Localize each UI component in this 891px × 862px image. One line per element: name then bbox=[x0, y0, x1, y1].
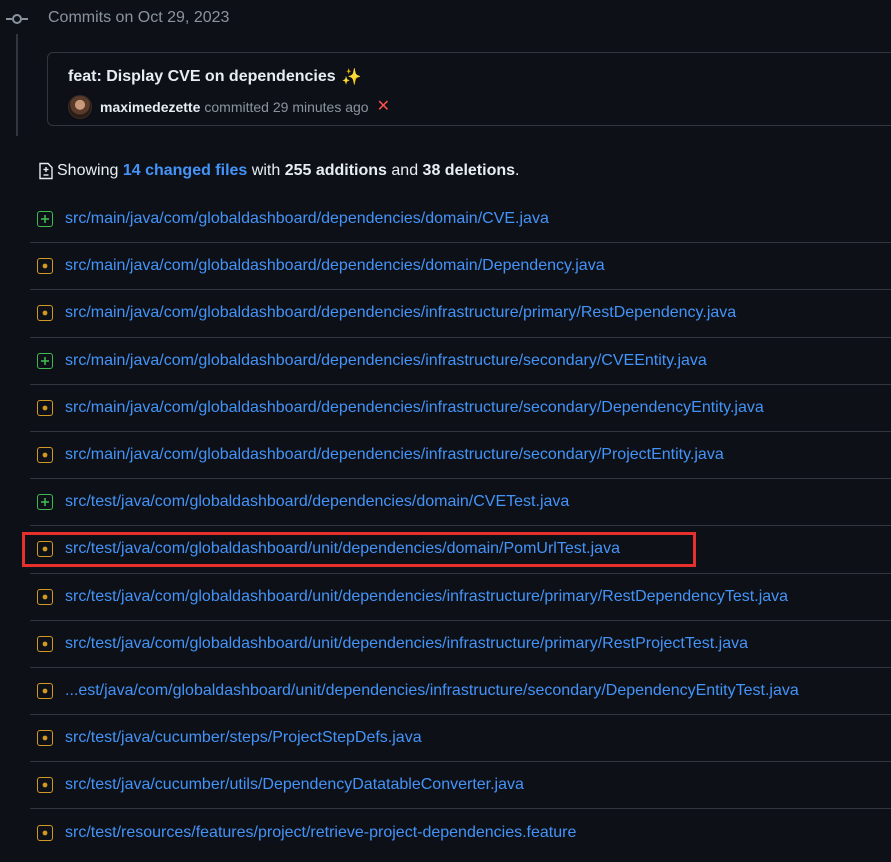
file-row: src/main/java/com/globaldashboard/depend… bbox=[30, 385, 891, 432]
file-path-link[interactable]: src/test/java/com/globaldashboard/unit/d… bbox=[65, 588, 788, 606]
commit-title-link[interactable]: feat: Display CVE on dependencies ✨ bbox=[68, 67, 362, 87]
file-row: src/test/resources/features/project/retr… bbox=[30, 809, 891, 856]
file-path-link[interactable]: src/main/java/com/globaldashboard/depend… bbox=[65, 446, 724, 464]
diff-icon bbox=[37, 162, 55, 180]
file-row: src/test/java/com/globaldashboard/unit/d… bbox=[30, 574, 891, 621]
timeline-line bbox=[16, 34, 18, 136]
file-modified-icon bbox=[37, 258, 53, 275]
commit-title[interactable]: feat: Display CVE on dependencies bbox=[68, 68, 336, 86]
file-row: src/main/java/com/globaldashboard/depend… bbox=[30, 290, 891, 338]
file-path-link[interactable]: src/main/java/com/globaldashboard/depend… bbox=[65, 257, 605, 275]
summary-and: and bbox=[391, 162, 419, 179]
git-commit-icon bbox=[5, 10, 29, 28]
file-modified-icon bbox=[37, 399, 53, 416]
file-added-icon bbox=[37, 494, 53, 511]
summary-with: with bbox=[251, 162, 281, 179]
file-modified-icon bbox=[37, 447, 53, 464]
file-row: src/test/java/cucumber/steps/ProjectStep… bbox=[30, 715, 891, 763]
commit-card: feat: Display CVE on dependencies ✨ maxi… bbox=[47, 52, 891, 126]
file-added-icon bbox=[37, 211, 53, 228]
file-row: src/test/java/com/globaldashboard/unit/d… bbox=[30, 621, 891, 668]
sparkles-icon: ✨ bbox=[341, 69, 362, 86]
file-path-link[interactable]: src/main/java/com/globaldashboard/depend… bbox=[65, 210, 549, 228]
file-modified-icon bbox=[37, 635, 53, 652]
file-row: src/main/java/com/globaldashboard/depend… bbox=[30, 196, 891, 244]
changed-files-list: src/main/java/com/globaldashboard/depend… bbox=[22, 196, 891, 857]
commit-meta: maximedezette committed 29 minutes ago ✕ bbox=[68, 95, 390, 119]
file-row: src/main/java/com/globaldashboard/depend… bbox=[30, 338, 891, 385]
avatar[interactable] bbox=[68, 95, 92, 119]
commit-action: committed bbox=[204, 99, 269, 115]
file-path-link[interactable]: src/main/java/com/globaldashboard/depend… bbox=[65, 304, 736, 322]
summary-suffix: . bbox=[515, 162, 520, 179]
deletions-count: 38 deletions bbox=[422, 162, 516, 179]
file-row: src/main/java/com/globaldashboard/depend… bbox=[30, 243, 891, 291]
summary-prefix: Showing bbox=[57, 162, 119, 179]
file-modified-icon bbox=[37, 825, 53, 842]
file-modified-icon bbox=[37, 777, 53, 794]
file-path-link[interactable]: src/test/java/com/globaldashboard/depend… bbox=[65, 493, 569, 511]
file-path-link[interactable]: ...est/java/com/globaldashboard/unit/dep… bbox=[65, 682, 799, 700]
file-modified-icon bbox=[37, 682, 53, 699]
date-heading: Commits on Oct 29, 2023 bbox=[48, 9, 230, 26]
file-path-link[interactable]: src/main/java/com/globaldashboard/depend… bbox=[65, 399, 764, 417]
file-path-link[interactable]: src/main/java/com/globaldashboard/depend… bbox=[65, 352, 707, 370]
file-path-link[interactable]: src/test/java/com/globaldashboard/unit/d… bbox=[65, 540, 620, 558]
file-path-link[interactable]: src/test/java/com/globaldashboard/unit/d… bbox=[65, 635, 748, 653]
file-row: ...est/java/com/globaldashboard/unit/dep… bbox=[30, 668, 891, 716]
author-link[interactable]: maximedezette bbox=[100, 99, 200, 115]
file-modified-icon bbox=[37, 305, 53, 322]
file-modified-icon bbox=[37, 730, 53, 747]
file-modified-icon bbox=[37, 541, 53, 558]
additions-count: 255 additions bbox=[284, 162, 387, 179]
file-row: src/main/java/com/globaldashboard/depend… bbox=[30, 432, 891, 480]
file-row: src/test/java/com/globaldashboard/unit/d… bbox=[22, 526, 891, 574]
file-path-link[interactable]: src/test/java/cucumber/steps/ProjectStep… bbox=[65, 729, 422, 747]
commit-time[interactable]: 29 minutes ago bbox=[273, 99, 369, 115]
x-icon[interactable]: ✕ bbox=[377, 99, 390, 115]
file-path-link[interactable]: src/test/java/cucumber/utils/DependencyD… bbox=[65, 776, 524, 794]
changed-files-link[interactable]: 14 changed files bbox=[123, 162, 248, 180]
file-row: src/test/java/com/globaldashboard/depend… bbox=[30, 479, 891, 527]
file-row: src/test/java/cucumber/utils/DependencyD… bbox=[30, 762, 891, 810]
file-modified-icon bbox=[37, 588, 53, 605]
file-path-link[interactable]: src/test/resources/features/project/retr… bbox=[65, 824, 576, 842]
commit-page: Commits on Oct 29, 2023 feat: Display CV… bbox=[0, 0, 891, 862]
diff-summary: Showing 14 changed files with 255 additi… bbox=[37, 162, 519, 180]
file-added-icon bbox=[37, 352, 53, 369]
